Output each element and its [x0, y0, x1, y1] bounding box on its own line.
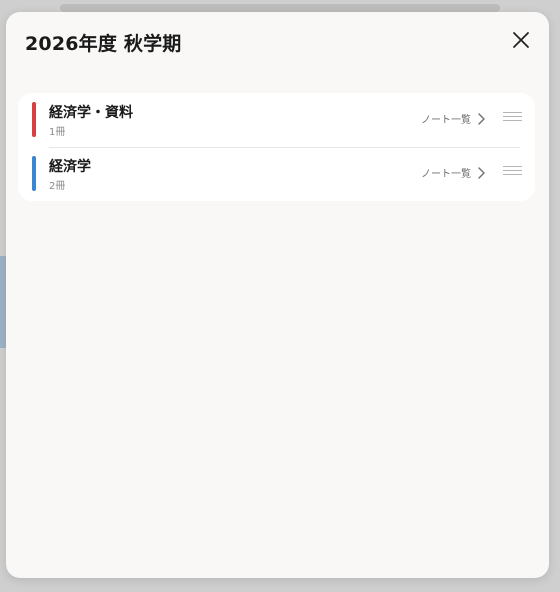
notes-list-link[interactable]: ノート一覧 [421, 165, 485, 180]
notes-list-label: ノート一覧 [421, 169, 471, 180]
drag-handle-icon[interactable] [503, 112, 522, 124]
notes-list-label: ノート一覧 [421, 115, 471, 126]
close-icon [513, 32, 529, 48]
subject-color-bar [32, 102, 36, 137]
chevron-right-icon [478, 166, 485, 179]
semester-sheet: 2026年度 秋学期 経済学・資料 1冊 ノート一覧 経済学 2冊 ノート一覧 [6, 12, 549, 578]
subject-note-count: 1冊 [49, 127, 66, 138]
subject-row[interactable]: 経済学・資料 1冊 ノート一覧 [18, 93, 535, 147]
chevron-right-icon [478, 112, 485, 125]
close-button[interactable] [509, 28, 533, 52]
subject-color-bar [32, 156, 36, 191]
drag-handle-icon[interactable] [503, 166, 522, 178]
subject-list: 経済学・資料 1冊 ノート一覧 経済学 2冊 ノート一覧 [18, 93, 535, 201]
sheet-title: 2026年度 秋学期 [25, 33, 182, 55]
notes-list-link[interactable]: ノート一覧 [421, 111, 485, 126]
subject-name: 経済学 [49, 159, 91, 175]
subject-name: 経済学・資料 [49, 105, 133, 121]
subject-row[interactable]: 経済学 2冊 ノート一覧 [18, 147, 535, 201]
backdrop-app-bar [60, 4, 500, 12]
subject-note-count: 2冊 [49, 181, 66, 192]
